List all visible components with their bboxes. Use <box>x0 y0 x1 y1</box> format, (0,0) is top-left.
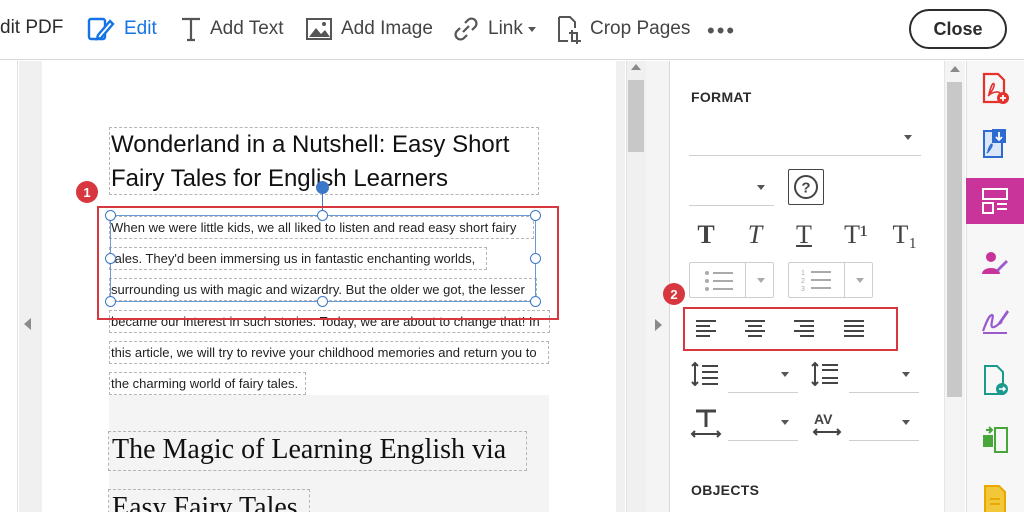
scroll-up-icon[interactable] <box>950 66 960 72</box>
annotation-badge-2: 2 <box>663 283 685 305</box>
svg-text:3: 3 <box>801 286 805 293</box>
create-pdf-icon <box>982 72 1009 104</box>
body-text-line[interactable]: the charming world of fairy tales. <box>111 376 298 391</box>
chevron-down-icon <box>904 135 912 140</box>
document-heading[interactable]: Wonderland in a Nutshell: Easy Short Fai… <box>111 128 509 196</box>
add-image-button[interactable]: Add Image <box>305 12 433 46</box>
chevron-down-icon <box>757 185 765 190</box>
text-icon <box>182 17 200 42</box>
svg-text:1: 1 <box>801 270 805 277</box>
line-spacing-dropdown[interactable] <box>728 357 798 393</box>
edit-pdf-icon <box>982 188 1008 214</box>
compare-files-icon <box>983 426 1008 453</box>
edit-button[interactable]: Edit <box>86 12 157 46</box>
crop-pages-label: Crop Pages <box>590 18 691 39</box>
crop-icon <box>558 16 581 44</box>
fill-sign-tool[interactable] <box>966 297 1024 343</box>
annotation-box-2 <box>683 307 898 351</box>
objects-section-title: OBJECTS <box>691 482 760 498</box>
chevron-down-icon <box>527 26 536 32</box>
export-pdf-icon <box>983 129 1006 158</box>
image-icon <box>306 18 332 40</box>
subheading-2[interactable]: Easy Fairy Tales <box>112 492 298 512</box>
link-label: Link <box>488 18 523 39</box>
request-signature-tool[interactable] <box>966 240 1024 286</box>
chevron-down-icon <box>781 372 789 377</box>
fill-sign-icon <box>981 310 1009 334</box>
edit-icon <box>87 17 115 41</box>
more-tools-icon <box>984 485 1006 512</box>
send-for-review-tool[interactable] <box>966 358 1024 404</box>
subscript-icon[interactable]: T₁ <box>889 220 921 250</box>
add-text-label: Add Text <box>210 18 284 39</box>
paragraph-spacing-icon <box>811 361 838 387</box>
compare-files-tool[interactable] <box>966 417 1024 463</box>
font-family-dropdown[interactable] <box>689 120 921 156</box>
left-panel <box>0 61 18 512</box>
panel-scrollbar-thumb[interactable] <box>947 82 962 397</box>
help-button[interactable]: ? <box>788 169 824 205</box>
close-button[interactable]: Close <box>909 9 1007 49</box>
paragraph-spacing-dropdown[interactable] <box>849 357 919 393</box>
line-spacing-icon <box>691 361 718 387</box>
request-signature-icon <box>982 252 1008 274</box>
create-pdf-tool[interactable] <box>966 66 1024 112</box>
toolbar-title: dit PDF <box>0 17 64 38</box>
italic-text-icon[interactable]: T <box>742 220 768 250</box>
body-text-line[interactable]: this article, we will try to revive your… <box>111 345 537 360</box>
link-icon <box>454 17 478 41</box>
annotation-badge-1: 1 <box>76 181 98 203</box>
add-image-label: Add Image <box>341 18 433 39</box>
chevron-down-icon <box>781 420 789 425</box>
character-spacing-icon: AV <box>812 411 842 436</box>
chevron-down-icon <box>902 420 910 425</box>
edit-pdf-tool[interactable] <box>966 178 1024 224</box>
heading-line-1: Wonderland in a Nutshell: Easy Short <box>111 131 510 158</box>
send-for-review-icon <box>984 365 1008 395</box>
scroll-up-icon[interactable] <box>631 64 641 70</box>
heading-line-2: Fairy Tales for English Learners <box>111 165 449 192</box>
bulleted-list-dropdown[interactable] <box>689 262 774 298</box>
numbered-list-icon: 1 2 3 <box>801 270 831 293</box>
numbered-list-dropdown[interactable]: 1 2 3 <box>788 262 873 298</box>
more-options-icon[interactable]: ••• <box>707 18 736 44</box>
add-text-button[interactable]: Add Text <box>180 12 284 46</box>
collapse-left-icon[interactable] <box>24 318 31 330</box>
svg-text:?: ? <box>801 180 810 197</box>
chevron-down-icon <box>856 278 864 283</box>
font-size-dropdown[interactable] <box>689 170 774 206</box>
svg-text:2: 2 <box>801 278 805 285</box>
horizontal-scale-icon <box>690 409 722 438</box>
split-divider <box>745 263 746 297</box>
bold-text-icon[interactable]: T <box>693 220 719 250</box>
app-window: dit PDF Edit Add Text Add Image Link Cro… <box>0 0 1024 512</box>
subheading-1[interactable]: The Magic of Learning English via <box>112 434 506 466</box>
expand-panel-icon[interactable] <box>655 319 662 331</box>
chevron-down-icon <box>757 278 765 283</box>
annotation-box-1 <box>97 206 559 320</box>
character-spacing-dropdown[interactable] <box>849 405 919 441</box>
format-section-title: FORMAT <box>691 89 752 105</box>
bullet-list-icon <box>705 271 733 291</box>
link-button[interactable]: Link <box>452 12 536 46</box>
superscript-icon[interactable]: T¹ <box>840 220 872 250</box>
svg-text:AV: AV <box>814 411 833 427</box>
crop-pages-button[interactable]: Crop Pages <box>556 12 690 46</box>
help-icon: ? <box>794 175 818 199</box>
edit-label: Edit <box>124 18 157 39</box>
rotate-handle-icon[interactable] <box>316 181 329 194</box>
document-scrollbar-thumb[interactable] <box>628 80 644 152</box>
top-toolbar: dit PDF Edit Add Text Add Image Link Cro… <box>0 0 1024 60</box>
more-tools-tool[interactable] <box>966 474 1024 512</box>
underline-text-icon[interactable]: T <box>791 220 817 250</box>
chevron-down-icon <box>902 372 910 377</box>
horizontal-scale-dropdown[interactable] <box>728 405 798 441</box>
export-pdf-tool[interactable] <box>966 121 1024 167</box>
split-divider <box>844 263 845 297</box>
